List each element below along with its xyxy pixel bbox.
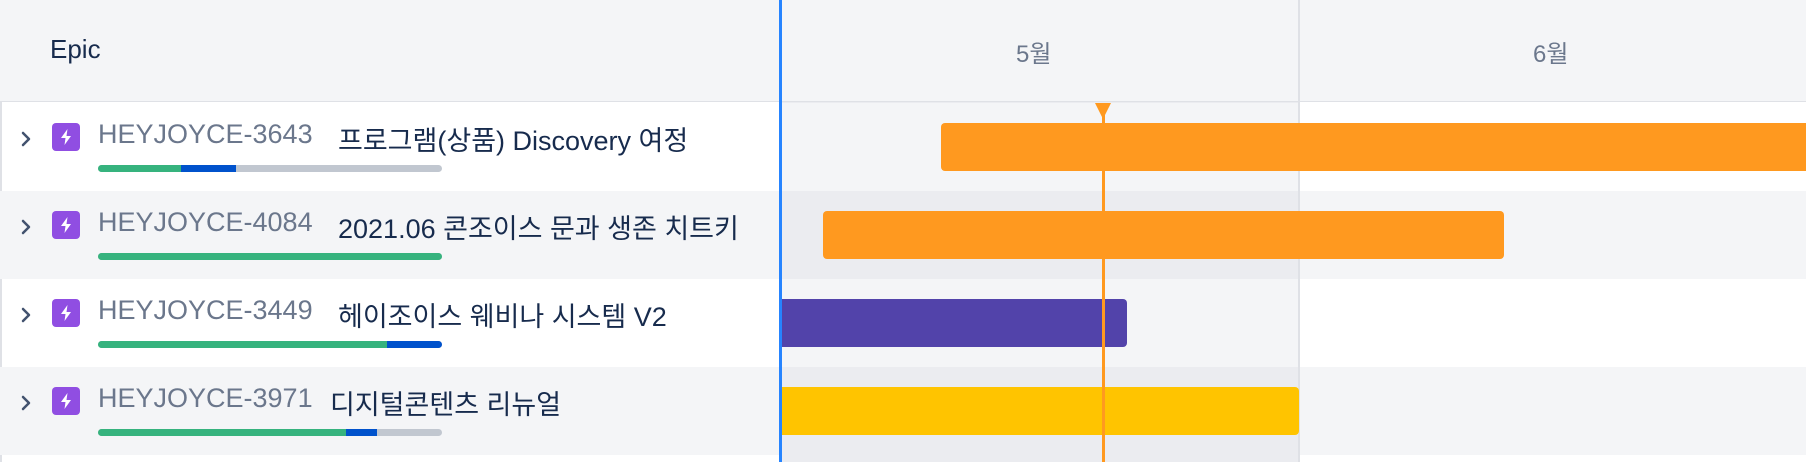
epic-list-panel: Epic HEYJOYCE-3643 프로그램(상품) Discovery 여정… [0,0,780,462]
epic-row[interactable]: HEYJOYCE-4084 2021.06 콘조이스 문과 생존 치트키 [0,191,780,279]
progress-bar [98,341,442,348]
month-header-june: 6월 [1299,0,1806,102]
progress-done [98,165,181,172]
issue-title[interactable]: 디지털콘텐츠 리뉴얼 [330,383,561,422]
epic-lightning-icon [52,387,80,415]
expand-chevron-icon[interactable] [18,127,34,151]
epic-row[interactable]: HEYJOYCE-3971 디지털콘텐츠 리뉴얼 [0,367,780,455]
issue-key[interactable]: HEYJOYCE-4084 [98,207,313,238]
today-line [1102,103,1105,462]
expand-chevron-icon[interactable] [18,391,34,415]
today-marker-icon [1095,103,1111,119]
roadmap-timeline: 5월 6월 [782,0,1806,462]
progress-in-progress [387,341,442,348]
issue-title[interactable]: 프로그램(상품) Discovery 여정 [338,119,688,158]
issue-title[interactable]: 헤이조이스 웨비나 시스템 V2 [338,295,667,334]
epic-lightning-icon [52,299,80,327]
epic-timeline-bar[interactable] [823,211,1504,259]
issue-key[interactable]: HEYJOYCE-3971 [98,383,313,414]
epic-column-title: Epic [50,34,101,64]
month-label: 6월 [1533,41,1569,68]
epic-timeline-bar[interactable] [941,123,1806,171]
issue-title[interactable]: 2021.06 콘조이스 문과 생존 치트키 [338,207,739,246]
epic-lightning-icon [52,123,80,151]
epic-row[interactable]: HEYJOYCE-3449 헤이조이스 웨비나 시스템 V2 [0,279,780,367]
epic-row[interactable]: HEYJOYCE-3643 프로그램(상품) Discovery 여정 [0,103,780,191]
epic-lightning-icon [52,211,80,239]
progress-done [98,429,346,436]
month-header-may: 5월 [782,0,1299,102]
month-label: 5월 [1016,41,1052,68]
epic-timeline-bar[interactable] [782,299,1127,347]
progress-bar [98,429,442,436]
progress-in-progress [181,165,236,172]
progress-done [98,341,387,348]
progress-bar [98,165,442,172]
epic-timeline-bar[interactable] [782,387,1299,435]
progress-bar [98,253,442,260]
timeline-row-shade [1299,367,1806,455]
progress-done [98,253,442,260]
issue-key[interactable]: HEYJOYCE-3643 [98,119,313,150]
epic-column-header: Epic [0,0,780,102]
expand-chevron-icon[interactable] [18,303,34,327]
issue-key[interactable]: HEYJOYCE-3449 [98,295,313,326]
progress-in-progress [346,429,377,436]
expand-chevron-icon[interactable] [18,215,34,239]
